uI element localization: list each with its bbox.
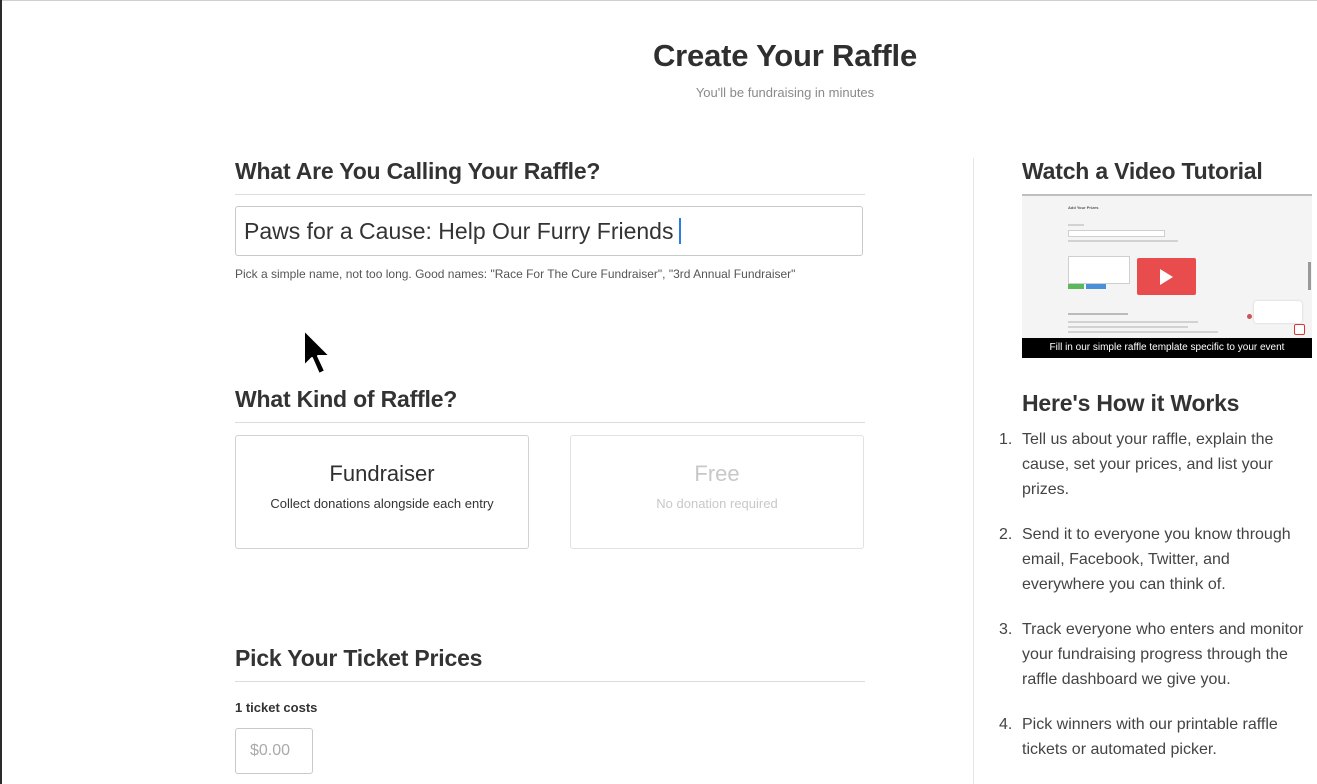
step-text-line: cause, set your prices, and list your <box>1022 456 1273 473</box>
ticket-cost-label: 1 ticket costs <box>235 700 318 715</box>
thumb-text-line <box>1068 240 1178 242</box>
free-option-title: Free <box>694 461 740 486</box>
thumb-button <box>1068 284 1084 289</box>
how-it-works-step-4: 4. Pick winners with our printable raffl… <box>999 712 1317 762</box>
raffle-kind-heading: What Kind of Raffle? <box>235 386 865 423</box>
step-text-line: Tell us about your raffle, explain the <box>1022 431 1274 448</box>
thumb-scrollbar <box>1308 262 1311 290</box>
step-text-line: Send it to everyone you know through <box>1022 526 1291 543</box>
thumb-text-line <box>1068 313 1128 315</box>
raffle-name-helper: Pick a simple name, not too long. Good n… <box>235 267 796 281</box>
ticket-prices-heading: Pick Your Ticket Prices <box>235 645 865 682</box>
free-option[interactable]: Free No donation required <box>570 435 864 549</box>
thumb-field <box>1068 230 1165 237</box>
step-text-line: raffle dashboard we give you. <box>1022 671 1231 688</box>
step-text-line: Pick winners with our printable raffle <box>1022 716 1278 733</box>
thumb-text-line <box>1068 326 1188 328</box>
raffle-name-input[interactable] <box>235 206 863 256</box>
free-option-description: No donation required <box>656 496 778 511</box>
thumb-text-line <box>1068 224 1084 226</box>
thumb-button <box>1086 284 1106 289</box>
step-text-line: your fundraising progress through the <box>1022 646 1288 663</box>
step-text-line: prizes. <box>1022 481 1070 498</box>
step-text-line: everywhere you can think of. <box>1022 576 1226 593</box>
thumb-text-line <box>1068 321 1198 323</box>
step-number: 3. <box>999 621 1013 638</box>
step-text-line: email, Facebook, Twitter, and <box>1022 551 1230 568</box>
how-it-works-heading: Here's How it Works <box>1022 390 1240 416</box>
page-subtitle: You'll be fundraising in minutes <box>695 85 875 100</box>
step-text-line: tickets or automated picker. <box>1022 741 1217 758</box>
how-it-works-step-2: 2. Send it to everyone you know through … <box>999 522 1317 597</box>
video-player[interactable]: Add Your Prizes Fill in our simple raffl… <box>1022 194 1312 358</box>
play-button[interactable] <box>1137 258 1196 295</box>
video-thumb-title: Add Your Prizes <box>1068 205 1099 210</box>
how-it-works-step-3: 3. Track everyone who enters and monitor… <box>999 617 1317 692</box>
fundraiser-option-title: Fundraiser <box>329 461 435 486</box>
step-text-line: Track everyone who enters and monitor <box>1022 621 1304 638</box>
thumb-text-line <box>1068 331 1218 333</box>
mouse-pointer-icon <box>303 329 331 375</box>
text-caret <box>679 218 681 244</box>
raffle-name-heading: What Are You Calling Your Raffle? <box>235 158 865 195</box>
step-number: 4. <box>999 716 1013 733</box>
ticket-price-input[interactable] <box>235 728 313 774</box>
fundraiser-option-description: Collect donations alongside each entry <box>270 496 494 511</box>
video-heading: Watch a Video Tutorial <box>1022 158 1263 184</box>
top-border <box>0 0 1317 1</box>
how-it-works-steps: 1. Tell us about your raffle, explain th… <box>999 427 1317 782</box>
page-title: Create Your Raffle <box>652 38 917 73</box>
fundraiser-option[interactable]: Fundraiser Collect donations alongside e… <box>235 435 529 549</box>
avatar <box>1247 314 1252 319</box>
video-caption: Fill in our simple raffle template speci… <box>1022 338 1312 358</box>
step-number: 1. <box>999 431 1013 448</box>
play-icon <box>1160 269 1173 285</box>
how-it-works-step-1: 1. Tell us about your raffle, explain th… <box>999 427 1317 502</box>
chat-icon <box>1294 324 1305 335</box>
column-divider <box>973 158 974 784</box>
thumb-field <box>1068 256 1130 284</box>
window-left-edge <box>0 0 2 784</box>
step-number: 2. <box>999 526 1013 543</box>
chat-bubble <box>1254 301 1302 323</box>
